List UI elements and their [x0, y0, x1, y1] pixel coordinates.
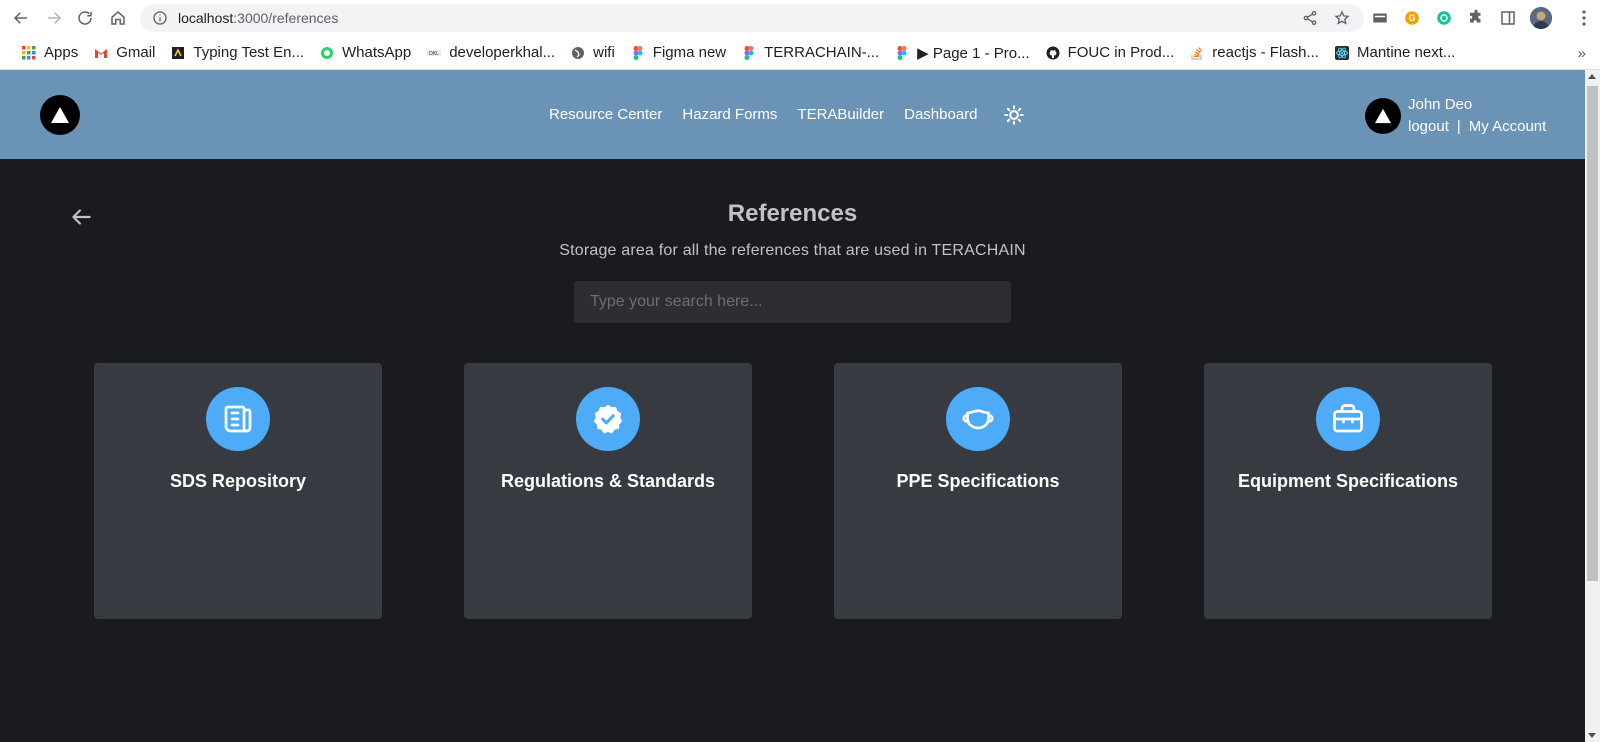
bookmark-item[interactable]: wifi [563, 39, 623, 67]
home-icon[interactable] [101, 0, 135, 36]
user-links: logout | My Account [1408, 118, 1546, 135]
stackoverflow-icon [1190, 46, 1204, 60]
card-equipment-specifications[interactable]: Equipment Specifications [1204, 363, 1492, 619]
address-bar[interactable]: localhost:3000/references [140, 4, 1364, 32]
bookmark-item[interactable]: ▶ Page 1 - Pro... [887, 39, 1037, 67]
page-title: References [727, 200, 858, 227]
triangle-avatar-icon [1375, 108, 1391, 124]
bookmark-label: ▶ Page 1 - Pro... [917, 44, 1030, 62]
card-title: PPE Specifications [896, 471, 1060, 491]
figma-icon [895, 45, 909, 60]
bookmark-star-icon[interactable] [1334, 10, 1350, 26]
whatsapp-icon [320, 46, 334, 60]
bookmark-item[interactable]: Gmail [86, 39, 163, 67]
side-panel-icon[interactable] [1498, 8, 1518, 28]
site-info-icon[interactable] [152, 10, 168, 26]
browser-menu-icon[interactable] [1576, 0, 1592, 36]
nav-hazard-forms[interactable]: Hazard Forms [682, 106, 777, 123]
card-regulations-standards[interactable]: Regulations & Standards [464, 363, 752, 619]
profile-avatar-icon[interactable] [1530, 7, 1552, 29]
card-ppe-specifications[interactable]: PPE Specifications [834, 363, 1122, 619]
card-title: Regulations & Standards [500, 471, 716, 491]
reload-icon[interactable] [68, 0, 102, 36]
card-title: SDS Repository [169, 471, 307, 491]
user-avatar[interactable] [1365, 98, 1401, 134]
bookmark-item[interactable]: Typing Test En... [163, 39, 312, 67]
bookmark-label: WhatsApp [342, 44, 412, 61]
bookmark-item[interactable]: Apps [14, 39, 86, 67]
figma-icon [631, 45, 645, 60]
apps-grid-icon [22, 45, 36, 60]
bookmark-label: Gmail [116, 44, 156, 61]
card-sds-repository[interactable]: SDS Repository [94, 363, 382, 619]
gmail-icon [94, 46, 108, 60]
dev-icon: DKL [427, 46, 442, 60]
card-title: Equipment Specifications [1237, 471, 1459, 491]
scrollbar-thumb[interactable] [1587, 86, 1598, 581]
triangle-logo-icon [51, 107, 69, 123]
forward-icon[interactable] [37, 0, 71, 36]
browser-toolbar: localhost:3000/references G [0, 0, 1600, 36]
bookmark-label: Apps [44, 44, 79, 61]
link-separator: | [1456, 118, 1461, 135]
bookmark-item[interactable]: reactjs - Flash... [1182, 39, 1327, 67]
bookmark-label: reactjs - Flash... [1212, 44, 1319, 61]
theme-toggle-button[interactable] [1002, 103, 1026, 127]
search-input[interactable] [574, 281, 1011, 323]
bookmark-label: TERRACHAIN-... [764, 44, 880, 61]
grammarly-icon[interactable] [1434, 8, 1454, 28]
bookmark-item[interactable]: WhatsApp [312, 39, 419, 67]
sun-icon [1004, 105, 1024, 125]
verified-badge-icon [576, 387, 640, 451]
nav-dashboard[interactable]: Dashboard [904, 106, 977, 123]
page-scrollbar[interactable] [1585, 70, 1600, 742]
share-icon[interactable] [1302, 10, 1318, 26]
github-icon [1046, 46, 1060, 60]
typing-test-icon [171, 46, 185, 60]
nav-terabuilder[interactable]: TERABuilder [797, 106, 884, 123]
bookmark-label: FOUC in Prod... [1067, 44, 1175, 61]
mask-icon [946, 387, 1010, 451]
globe-icon [571, 46, 585, 60]
url-host: localhost [178, 10, 234, 26]
bookmark-label: Mantine next... [1356, 44, 1456, 61]
news-icon [206, 387, 270, 451]
bookmark-item[interactable]: DKL developerkhal... [419, 39, 563, 67]
bookmark-label: developerkhal... [449, 44, 556, 61]
svg-text:DKL: DKL [429, 51, 439, 57]
briefcase-icon [1316, 387, 1380, 451]
back-icon[interactable] [4, 0, 38, 36]
my-account-link[interactable]: My Account [1469, 118, 1547, 135]
extension-card-icon[interactable] [1370, 8, 1390, 28]
nav-resource-center[interactable]: Resource Center [549, 106, 662, 123]
bookmark-label: Typing Test En... [193, 44, 304, 61]
grammarly-g-icon[interactable]: G [1402, 8, 1422, 28]
app-header: Resource Center Hazard Forms TERABuilder… [0, 70, 1585, 159]
svg-text:G: G [1408, 13, 1415, 23]
bookmark-item[interactable]: Figma new [623, 39, 734, 67]
logout-link[interactable]: logout [1408, 118, 1449, 135]
page-subtitle: Storage area for all the references that… [559, 242, 1026, 259]
main-nav: Resource Center Hazard Forms TERABuilder… [549, 70, 978, 159]
user-name: John Deo [1408, 96, 1473, 113]
bookmark-label: wifi [593, 44, 615, 61]
react-icon [1334, 45, 1349, 60]
bookmark-item[interactable]: TERRACHAIN-... [734, 39, 887, 67]
url-path: :3000/references [233, 10, 339, 26]
scroll-up-icon[interactable] [1588, 74, 1596, 79]
bookmarks-overflow-button[interactable]: » [1578, 36, 1586, 70]
scroll-down-icon[interactable] [1588, 733, 1596, 738]
bookmarks-bar: Apps Gmail Typing Test En... WhatsApp DKL dev… [0, 36, 1600, 70]
bookmark-label: Figma new [652, 44, 727, 61]
bookmark-item[interactable]: FOUC in Prod... [1038, 39, 1183, 67]
app-logo[interactable] [40, 95, 80, 135]
bookmark-item[interactable]: Mantine next... [1327, 39, 1463, 67]
figma-icon [742, 45, 756, 60]
extensions-puzzle-icon[interactable] [1466, 8, 1486, 28]
